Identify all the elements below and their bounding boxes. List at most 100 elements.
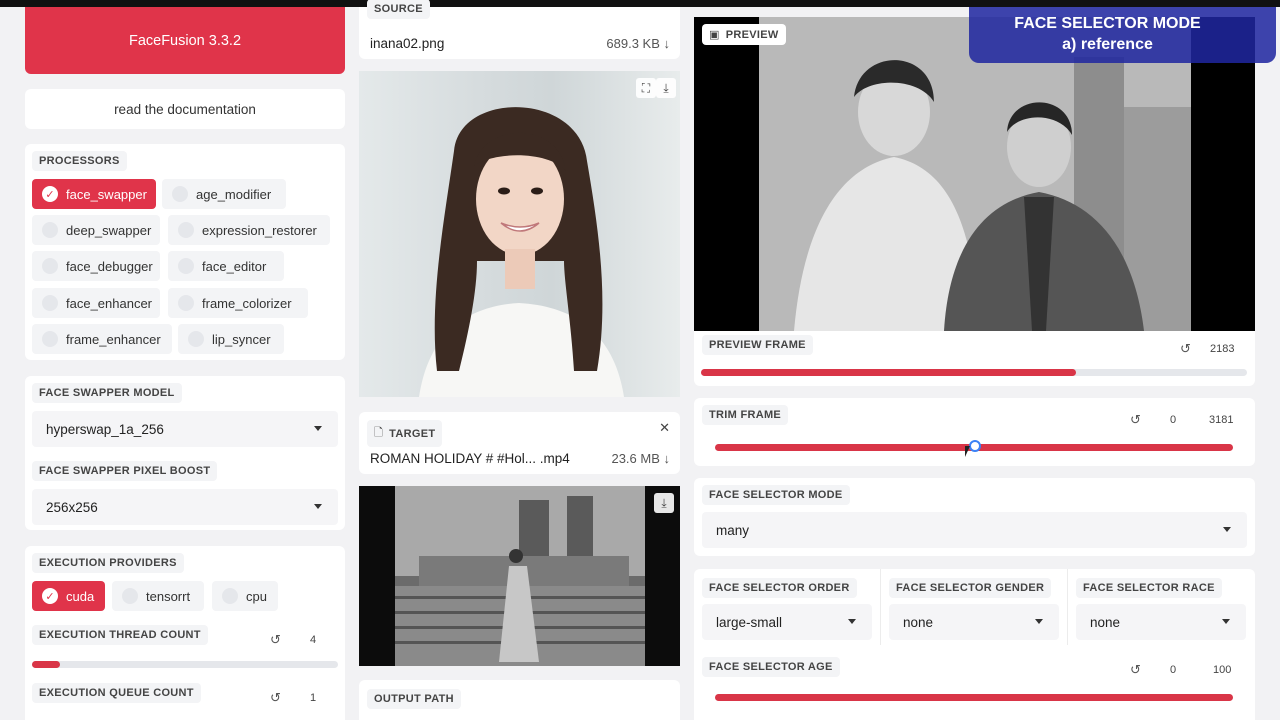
chevron-down-icon — [1223, 527, 1231, 532]
processor-expression-restorer[interactable]: expression_restorer — [168, 215, 330, 245]
tutorial-overlay: FACE SELECTOR MODE a) reference — [969, 7, 1276, 63]
processor-frame-enhancer[interactable]: frame_enhancer — [32, 324, 172, 354]
window-top-bar — [0, 0, 1280, 7]
processor-frame-colorizer[interactable]: frame_colorizer — [168, 288, 308, 318]
trim-reset-icon[interactable]: ↺ — [1130, 412, 1141, 428]
trim-frame-label: TRIM FRAME — [702, 405, 789, 425]
source-label: SOURCE — [367, 0, 430, 19]
trim-slider-handle[interactable] — [969, 440, 981, 452]
thread-count-slider[interactable] — [32, 661, 338, 668]
preview-frame-value[interactable]: 2183 — [1210, 343, 1234, 355]
age-end-value[interactable]: 100 — [1213, 664, 1231, 676]
face-selector-mode-select[interactable]: many — [702, 512, 1247, 548]
processor-age-modifier[interactable]: age_modifier — [162, 179, 286, 209]
processors-label: PROCESSORS — [32, 151, 127, 171]
preview-frame-panel: PREVIEW FRAME ↺ 2183 — [694, 331, 1255, 386]
radio-icon — [178, 295, 194, 311]
target-video-frame: ⤓ — [359, 486, 680, 666]
processor-face-enhancer[interactable]: face_enhancer — [32, 288, 160, 318]
queue-count-value[interactable]: 1 — [310, 692, 316, 704]
docs-link-label: read the documentation — [114, 101, 256, 117]
face-selector-gender-label: FACE SELECTOR GENDER — [889, 578, 1052, 598]
radio-icon — [42, 258, 58, 274]
trim-end-value[interactable]: 3181 — [1209, 414, 1233, 426]
target-filesize-download[interactable]: 23.6 MB ↓ — [611, 451, 670, 466]
preview-label: ▣ PREVIEW — [702, 24, 786, 45]
output-path-label: OUTPUT PATH — [367, 689, 461, 709]
face-swapper-model-select[interactable]: hyperswap_1a_256 — [32, 411, 338, 447]
processor-face-debugger[interactable]: face_debugger — [32, 251, 160, 281]
check-icon: ✓ — [42, 588, 58, 604]
trim-start-value[interactable]: 0 — [1170, 414, 1176, 426]
chevron-down-icon — [848, 619, 856, 624]
source-filesize-download[interactable]: 689.3 KB ↓ — [606, 36, 670, 51]
preview-frame-fill — [701, 369, 1076, 376]
radio-icon — [222, 588, 238, 604]
overlay-subtitle: a) reference — [1062, 36, 1153, 53]
image-icon: ▣ — [709, 29, 720, 41]
preview-frame-slider[interactable] — [701, 369, 1247, 376]
chevron-down-icon — [314, 504, 322, 509]
source-filename: inana02.png — [370, 36, 445, 51]
target-label: 🗋 TARGET — [367, 420, 443, 447]
preview-image: ▣ PREVIEW — [694, 17, 1255, 331]
face-selector-order-label: FACE SELECTOR ORDER — [702, 578, 857, 598]
radio-icon — [172, 186, 188, 202]
docs-link-button[interactable]: read the documentation — [25, 89, 345, 129]
chevron-down-icon — [1035, 619, 1043, 624]
processor-deep-swapper[interactable]: deep_swapper — [32, 215, 160, 245]
execution-thread-count-label: EXECUTION THREAD COUNT — [32, 625, 208, 645]
target-panel: 🗋 TARGET ✕ ROMAN HOLIDAY # #Hol... .mp4 2… — [359, 412, 680, 474]
thread-count-fill — [32, 661, 60, 668]
source-image: ⛶ ⤓ — [359, 71, 680, 397]
thread-reset-icon[interactable]: ↺ — [270, 632, 281, 648]
face-selector-mode-label: FACE SELECTOR MODE — [702, 485, 850, 505]
preview-scene-illustration — [759, 17, 1191, 331]
portrait-illustration — [419, 107, 624, 397]
fullscreen-icon[interactable]: ⛶ — [636, 78, 656, 98]
processor-lip-syncer[interactable]: lip_syncer — [178, 324, 284, 354]
trim-frame-panel: TRIM FRAME ↺ 0 3181 — [694, 398, 1255, 466]
radio-icon — [42, 331, 58, 347]
download-icon[interactable]: ⤓ — [656, 78, 676, 98]
filter-divider — [1067, 569, 1068, 645]
app-title: FaceFusion 3.3.2 — [128, 32, 242, 49]
radio-icon — [122, 588, 138, 604]
app-title-button[interactable]: FaceFusion 3.3.2 — [25, 7, 345, 74]
filter-divider — [880, 569, 881, 645]
radio-icon — [42, 295, 58, 311]
age-start-value[interactable]: 0 — [1170, 664, 1176, 676]
processor-face-editor[interactable]: face_editor — [168, 251, 284, 281]
queue-reset-icon[interactable]: ↺ — [270, 690, 281, 706]
execution-providers-label: EXECUTION PROVIDERS — [32, 553, 184, 573]
preview-frame-reset-icon[interactable]: ↺ — [1180, 341, 1191, 357]
thread-count-value[interactable]: 4 — [310, 634, 316, 646]
face-selector-race-label: FACE SELECTOR RACE — [1076, 578, 1222, 598]
execution-queue-count-label: EXECUTION QUEUE COUNT — [32, 683, 201, 703]
face-swapper-pixel-boost-select[interactable]: 256x256 — [32, 489, 338, 525]
preview-frame-label: PREVIEW FRAME — [702, 335, 813, 355]
face-selector-gender-select[interactable]: none — [889, 604, 1059, 640]
processor-face-swapper[interactable]: ✓ face_swapper — [32, 179, 156, 209]
age-reset-icon[interactable]: ↺ — [1130, 662, 1141, 678]
provider-tensorrt[interactable]: tensorrt — [112, 581, 204, 611]
mouse-cursor-icon — [965, 446, 970, 457]
target-filename: ROMAN HOLIDAY # #Hol... .mp4 — [370, 451, 570, 466]
output-path-panel: OUTPUT PATH — [359, 680, 680, 720]
face-selector-race-select[interactable]: none — [1076, 604, 1246, 640]
chevron-down-icon — [314, 426, 322, 431]
target-scene-illustration — [395, 486, 645, 666]
radio-icon — [42, 222, 58, 238]
download-icon[interactable]: ⤓ — [654, 493, 674, 513]
file-icon: 🗋 — [374, 427, 384, 439]
face-selector-order-select[interactable]: large-small — [702, 604, 872, 640]
provider-cuda[interactable]: ✓ cuda — [32, 581, 105, 611]
check-icon: ✓ — [42, 186, 58, 202]
face-selector-age-slider[interactable] — [715, 694, 1233, 701]
close-icon[interactable]: ✕ — [659, 420, 670, 436]
overlay-title: FACE SELECTOR MODE — [1014, 15, 1201, 32]
provider-cpu[interactable]: cpu — [212, 581, 278, 611]
execution-panel: EXECUTION PROVIDERS EXECUTION THREAD COU… — [25, 546, 345, 720]
source-panel: SOURCE inana02.png 689.3 KB ↓ — [359, 0, 680, 59]
face-swapper-pixel-boost-label: FACE SWAPPER PIXEL BOOST — [32, 461, 218, 481]
